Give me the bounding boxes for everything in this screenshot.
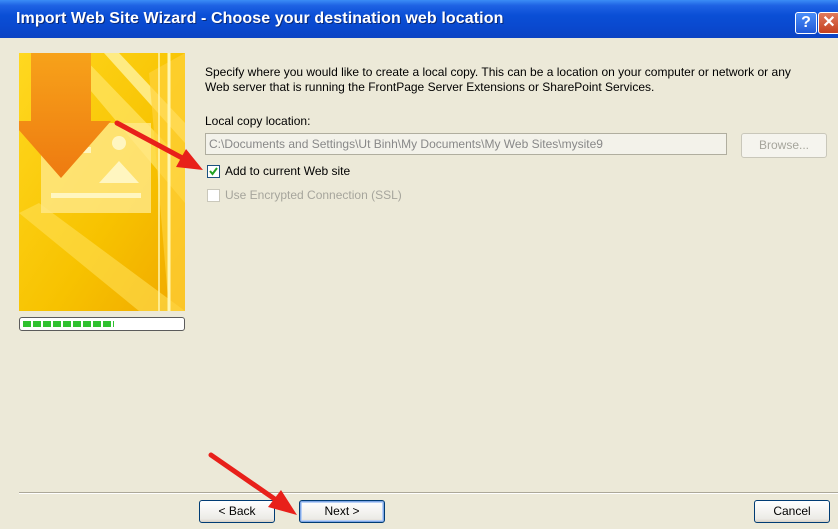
- ssl-checkbox: [207, 189, 220, 202]
- wizard-illustration: [19, 53, 185, 311]
- next-button[interactable]: Next >: [299, 500, 385, 523]
- progress-fill: [23, 321, 114, 327]
- cancel-button[interactable]: Cancel: [754, 500, 830, 523]
- window-title: Import Web Site Wizard - Choose your des…: [16, 10, 504, 27]
- instructions-text: Specify where you would like to create a…: [205, 65, 791, 94]
- wizard-progress-bar: [19, 317, 185, 331]
- title-bar[interactable]: Import Web Site Wizard - Choose your des…: [0, 0, 838, 38]
- browse-button[interactable]: Browse...: [741, 133, 827, 158]
- local-copy-label: Local copy location:: [205, 114, 311, 128]
- button-divider: [19, 492, 838, 494]
- back-button[interactable]: < Back: [199, 500, 275, 523]
- add-to-current-label: Add to current Web site: [225, 164, 351, 178]
- close-icon[interactable]: ✕: [818, 12, 838, 34]
- ssl-label: Use Encrypted Connection (SSL): [225, 188, 402, 202]
- wizard-dialog: Import Web Site Wizard - Choose your des…: [0, 0, 838, 529]
- checkmark-icon: [209, 167, 218, 176]
- help-icon[interactable]: ?: [795, 12, 817, 34]
- add-to-current-checkbox[interactable]: [207, 165, 220, 178]
- local-copy-path-input[interactable]: C:\Documents and Settings\Ut Binh\My Doc…: [205, 133, 727, 155]
